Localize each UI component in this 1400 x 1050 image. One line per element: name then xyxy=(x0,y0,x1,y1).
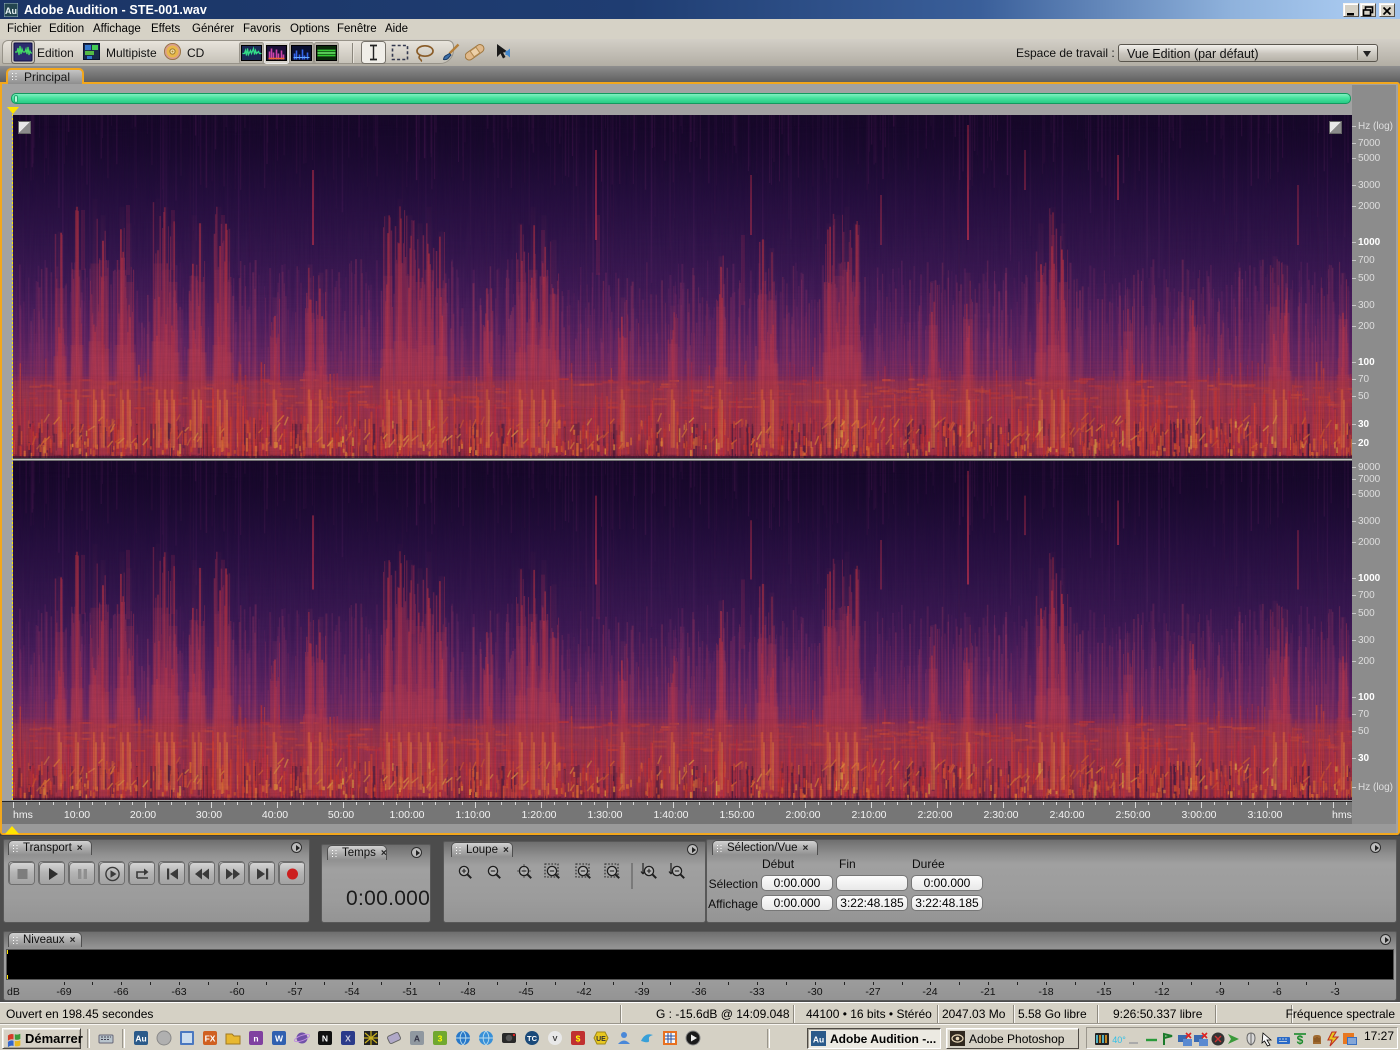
svg-text:Au: Au xyxy=(813,1035,824,1045)
svg-text:n: n xyxy=(253,1034,258,1044)
svg-text:$: $ xyxy=(1297,1033,1304,1047)
svg-text:V: V xyxy=(552,1034,557,1043)
svg-text:N: N xyxy=(322,1034,328,1044)
svg-text:W: W xyxy=(275,1034,284,1044)
svg-text:UE: UE xyxy=(596,1036,606,1043)
svg-text:A: A xyxy=(414,1034,420,1044)
svg-text:X: X xyxy=(345,1034,351,1044)
svg-text:Au: Au xyxy=(135,1034,146,1044)
svg-text:$: $ xyxy=(576,1034,581,1044)
svg-text:FX: FX xyxy=(205,1034,216,1044)
svg-text:Au: Au xyxy=(5,6,17,16)
svg-text:3: 3 xyxy=(438,1034,443,1044)
svg-text:40°: 40° xyxy=(1112,1035,1126,1045)
svg-text:TC: TC xyxy=(527,1034,538,1043)
